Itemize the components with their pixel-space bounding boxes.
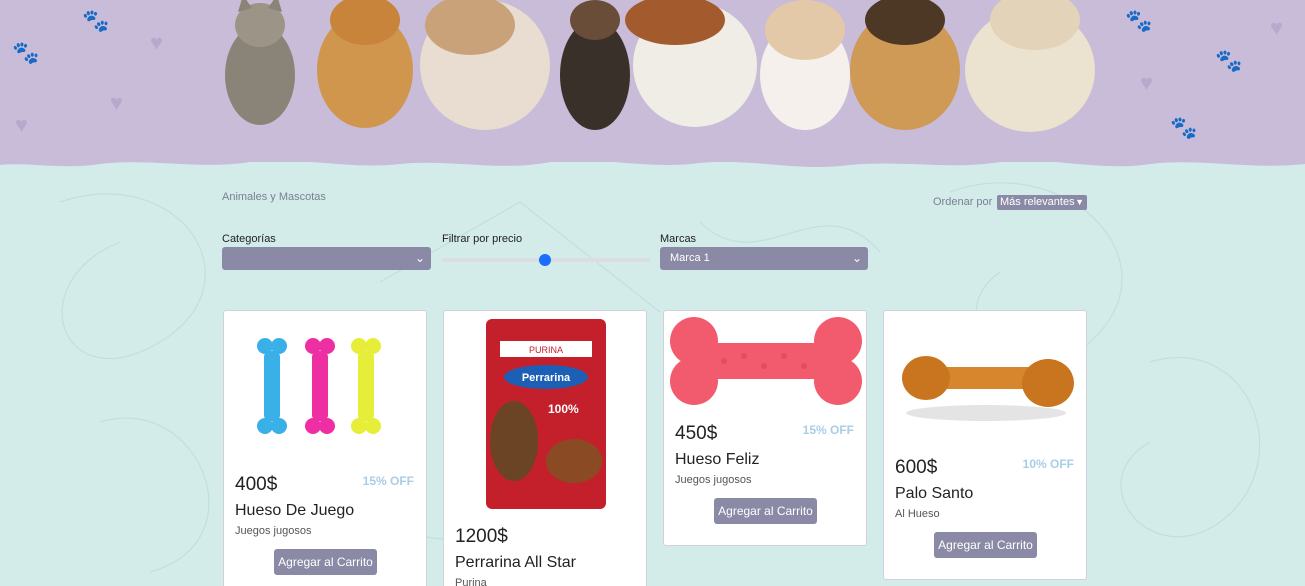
product-card: 450$ 15% OFF Hueso Feliz Juegos jugosos … <box>663 310 867 546</box>
brands-select[interactable]: Marca 1 ⌄ <box>660 247 868 270</box>
product-card: 600$ 10% OFF Palo Santo Al Hueso Agregar… <box>883 310 1087 580</box>
paw-icon: 🐾 <box>1125 8 1153 33</box>
discount-badge: 15% OFF <box>362 474 414 488</box>
categories-label: Categorías <box>222 233 276 245</box>
product-price: 400$ <box>235 474 278 495</box>
product-brand: Al Hueso <box>895 508 940 520</box>
product-price: 600$ <box>895 457 938 478</box>
chevron-down-icon: ▼ <box>1075 197 1084 207</box>
product-card: PURINA Perrarina 100% 1200$ Perrarina Al… <box>443 310 647 586</box>
brands-select-value: Marca 1 <box>670 252 710 264</box>
product-brand: Purina <box>455 577 487 586</box>
background-pattern <box>59 182 1261 573</box>
breadcrumb[interactable]: Animales y Mascotas <box>222 191 326 203</box>
chevron-down-icon: ⌄ <box>414 251 425 265</box>
svg-text:PURINA: PURINA <box>529 345 563 355</box>
heart-icon: ♥ <box>15 112 29 137</box>
add-to-cart-button[interactable]: Agregar al Carrito <box>934 532 1037 558</box>
add-to-cart-button[interactable]: Agregar al Carrito <box>714 498 817 524</box>
chevron-down-icon: ⌄ <box>851 251 862 265</box>
product-card: 400$ 15% OFF Hueso De Juego Juegos jugos… <box>223 310 427 586</box>
svg-text:Perrarina: Perrarina <box>522 372 571 384</box>
sort-select[interactable]: Más relevantes ▼ <box>997 195 1087 210</box>
brands-label: Marcas <box>660 233 697 245</box>
price-slider-thumb[interactable] <box>539 254 551 266</box>
paw-icon: 🐾 <box>82 8 110 33</box>
heart-icon: ♥ <box>110 90 124 115</box>
sort-label: Ordenar por <box>933 196 993 208</box>
product-name[interactable]: Palo Santo <box>895 485 973 503</box>
paw-icon: 🐾 <box>12 40 40 65</box>
product-brand: Juegos jugosos <box>235 525 312 537</box>
paw-icon: 🐾 <box>1215 48 1243 73</box>
product-name[interactable]: Perrarina All Star <box>455 554 576 572</box>
price-filter-label: Filtrar por precio <box>442 233 523 245</box>
heart-icon: ♥ <box>1270 15 1284 40</box>
toy-bones-image <box>257 338 381 434</box>
product-brand: Juegos jugosos <box>675 474 752 486</box>
categories-select[interactable]: ⌄ <box>222 247 431 270</box>
product-price: 1200$ <box>455 526 508 547</box>
pets-group-image <box>225 0 1095 132</box>
pink-bone-image <box>670 317 862 405</box>
add-to-cart-button[interactable]: Agregar al Carrito <box>274 549 377 575</box>
hero-banner: 🐾 🐾 ♥ ♥ ♥ 🐾 🐾 🐾 ♥ ♥ <box>0 0 1305 162</box>
dog-food-bag-image: PURINA Perrarina 100% <box>486 319 606 509</box>
product-price: 450$ <box>675 423 718 444</box>
discount-badge: 15% OFF <box>802 423 854 437</box>
heart-icon: ♥ <box>150 30 164 55</box>
heart-icon: ♥ <box>1140 70 1154 95</box>
discount-badge: 10% OFF <box>1022 457 1074 471</box>
knotted-bone-image <box>902 356 1074 421</box>
sort-select-value: Más relevantes <box>1000 196 1075 208</box>
svg-text:100%: 100% <box>548 402 579 416</box>
product-name[interactable]: Hueso Feliz <box>675 451 759 469</box>
paw-icon: 🐾 <box>1170 115 1198 140</box>
product-name[interactable]: Hueso De Juego <box>235 502 354 520</box>
